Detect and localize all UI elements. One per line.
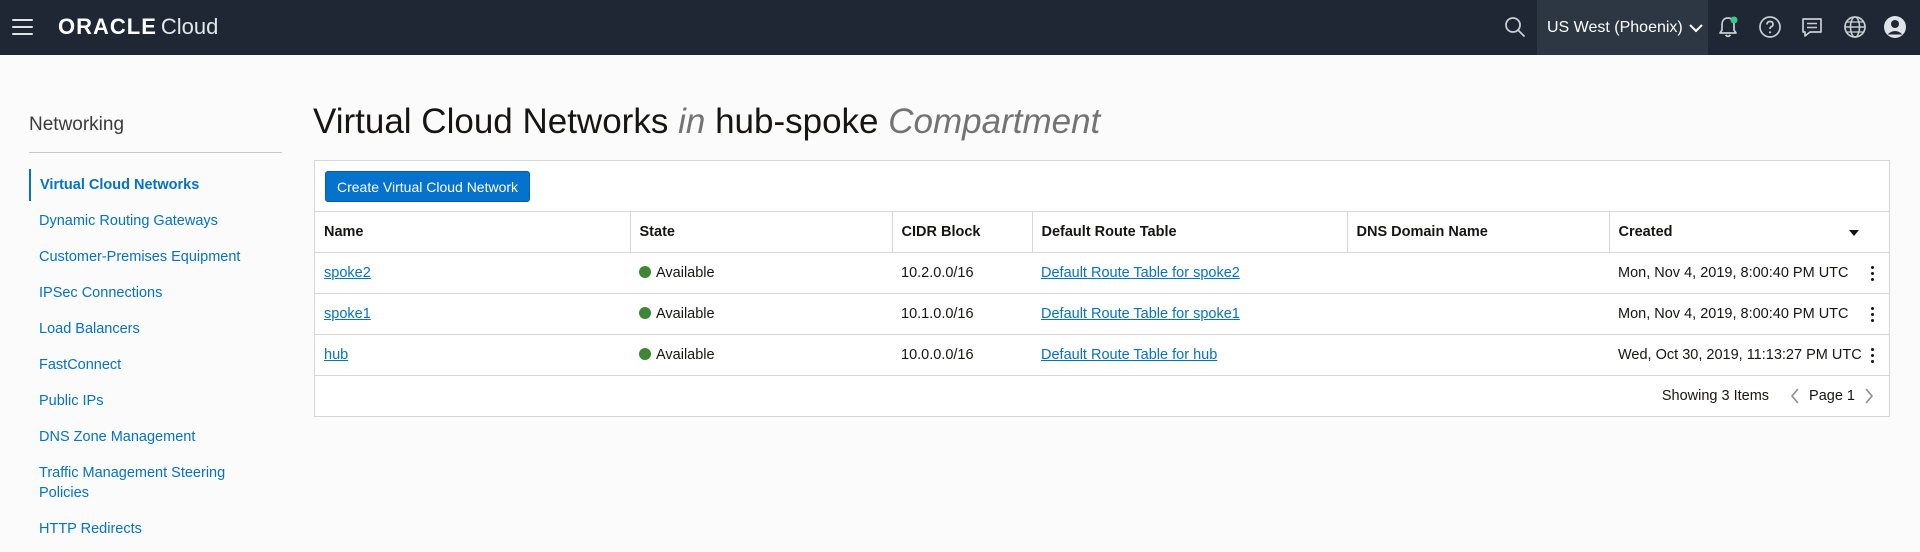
page-title-suffix: Compartment: [888, 102, 1101, 141]
column-header-created-label: Created: [1618, 224, 1673, 240]
table-header-row: Name State CIDR Block Default Route Tabl…: [315, 211, 1889, 253]
sidebar-item-customer-premises-equipment[interactable]: Customer-Premises Equipment: [29, 247, 282, 267]
chevron-left-icon[interactable]: [1785, 386, 1805, 406]
status-available-icon: [639, 307, 651, 319]
route-table-cell: Default Route Table for spoke2: [1032, 252, 1347, 294]
column-header-dns-domain-name[interactable]: DNS Domain Name: [1347, 211, 1610, 253]
more-vertical-icon[interactable]: [1867, 345, 1877, 365]
route-table-cell: Default Route Table for spoke1: [1032, 293, 1347, 335]
compartment-name: hub-spoke: [715, 102, 879, 141]
vcn-created: Wed, Oct 30, 2019, 11:13:27 PM UTC: [1609, 334, 1862, 376]
help-icon[interactable]: [1755, 12, 1785, 42]
sidebar-item-dynamic-routing-gateways[interactable]: Dynamic Routing Gateways: [29, 211, 282, 231]
more-vertical-icon[interactable]: [1867, 304, 1877, 324]
page-title-in: in: [678, 102, 706, 141]
vcn-cidr-block: 10.2.0.0/16: [892, 252, 1032, 294]
vcn-state-cell: Available: [630, 293, 892, 335]
sidebar-nav: Virtual Cloud Networks Dynamic Routing G…: [29, 169, 282, 552]
vcn-state: Available: [656, 347, 715, 363]
sidebar-item-http-redirects[interactable]: HTTP Redirects: [29, 519, 282, 539]
vcn-state: Available: [656, 306, 715, 322]
sidebar-item-dns-zone-management[interactable]: DNS Zone Management: [29, 427, 282, 447]
sidebar-item-virtual-cloud-networks[interactable]: Virtual Cloud Networks: [29, 169, 282, 201]
route-table-link[interactable]: Default Route Table for hub: [1041, 347, 1217, 363]
vcn-created: Mon, Nov 4, 2019, 8:00:40 PM UTC: [1609, 252, 1855, 294]
brand-name: ORACLE: [58, 14, 157, 39]
region-label: US West (Phoenix): [1547, 18, 1683, 36]
vcn-state-cell: Available: [630, 252, 892, 294]
route-table-link[interactable]: Default Route Table for spoke1: [1041, 306, 1240, 322]
sidebar-divider: [29, 152, 282, 153]
vcn-state-cell: Available: [630, 334, 892, 376]
sort-desc-icon[interactable]: [1849, 230, 1859, 236]
vcn-cidr-block: 10.1.0.0/16: [892, 293, 1032, 335]
vcn-dns-domain: [1347, 293, 1609, 335]
status-available-icon: [639, 348, 651, 360]
create-vcn-button[interactable]: Create Virtual Cloud Network: [325, 171, 531, 202]
more-vertical-icon[interactable]: [1867, 263, 1877, 283]
sidebar-item-public-ips[interactable]: Public IPs: [29, 391, 282, 411]
column-header-created[interactable]: Created: [1609, 211, 1889, 253]
status-available-icon: [639, 266, 651, 278]
column-header-default-route-table[interactable]: Default Route Table: [1032, 211, 1348, 253]
sidebar-item-load-balancers[interactable]: Load Balancers: [29, 319, 282, 339]
chevron-down-icon: [1689, 23, 1703, 32]
sidebar-item-ipsec-connections[interactable]: IPSec Connections: [29, 283, 282, 303]
column-header-name[interactable]: Name: [315, 211, 631, 253]
oracle-cloud-logo[interactable]: ORACLE Cloud: [58, 14, 218, 40]
sidebar-item-fastconnect[interactable]: FastConnect: [29, 355, 282, 375]
vcn-name-link[interactable]: spoke2: [324, 265, 371, 281]
table-row: hub Available 10.0.0.0/16 Default Route …: [315, 334, 1889, 376]
sidebar-title: Networking: [29, 114, 125, 135]
product-name: Cloud: [160, 14, 219, 39]
row-actions-cell: [1855, 293, 1889, 335]
page-title: Virtual Cloud Networks in hub-spoke Comp…: [313, 102, 1100, 142]
table-row: spoke2 Available 10.2.0.0/16 Default Rou…: [315, 252, 1889, 294]
vcn-name-cell: spoke1: [315, 293, 630, 335]
region-selector[interactable]: US West (Phoenix): [1537, 0, 1708, 55]
table-row: spoke1 Available 10.1.0.0/16 Default Rou…: [315, 293, 1889, 335]
vcn-cidr-block: 10.0.0.0/16: [892, 334, 1032, 376]
user-icon[interactable]: [1880, 12, 1910, 42]
vcn-name-link[interactable]: spoke1: [324, 306, 371, 322]
vcn-name-cell: hub: [315, 334, 630, 376]
vcn-list-panel: Create Virtual Cloud Network Name State …: [314, 160, 1890, 417]
route-table-cell: Default Route Table for hub: [1032, 334, 1347, 376]
menu-icon[interactable]: [10, 14, 34, 40]
chat-icon[interactable]: [1797, 12, 1827, 42]
search-icon[interactable]: [1500, 12, 1530, 42]
vcn-state: Available: [656, 265, 715, 281]
vcn-dns-domain: [1347, 334, 1609, 376]
sidebar-item-traffic-management-steering-policies[interactable]: Traffic Management Steering Policies: [29, 463, 259, 503]
chevron-right-icon[interactable]: [1859, 386, 1879, 406]
route-table-link[interactable]: Default Route Table for spoke2: [1041, 265, 1240, 281]
globe-icon[interactable]: [1840, 12, 1870, 42]
vcn-table: Name State CIDR Block Default Route Tabl…: [315, 211, 1889, 376]
pagination: Showing 3 Items Page 1: [1662, 376, 1889, 416]
page-title-main: Virtual Cloud Networks: [313, 102, 669, 141]
vcn-dns-domain: [1347, 252, 1609, 294]
row-actions-cell: [1855, 252, 1889, 294]
vcn-created: Mon, Nov 4, 2019, 8:00:40 PM UTC: [1609, 293, 1855, 335]
page-number: Page 1: [1809, 388, 1855, 404]
vcn-name-link[interactable]: hub: [324, 347, 348, 363]
bell-icon[interactable]: [1713, 12, 1743, 42]
column-header-state[interactable]: State: [630, 211, 893, 253]
vcn-name-cell: spoke2: [315, 252, 630, 294]
top-navigation-bar: ORACLE Cloud US West (Phoenix): [0, 0, 1920, 55]
items-count: Showing 3 Items: [1661, 388, 1770, 404]
column-header-cidr-block[interactable]: CIDR Block: [892, 211, 1033, 253]
